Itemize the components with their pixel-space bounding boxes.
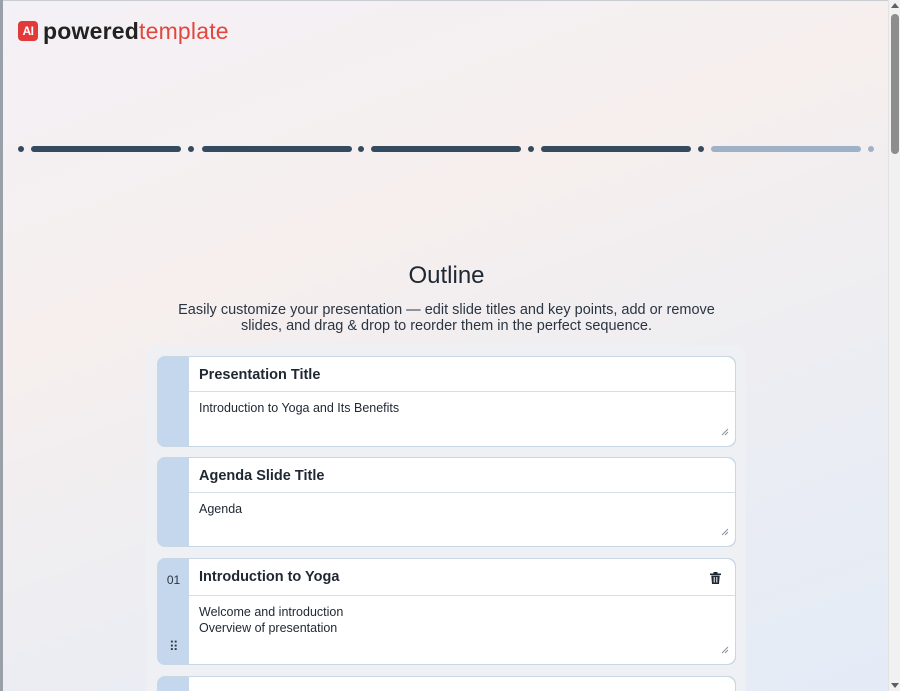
card-title[interactable]: Agenda Slide Title (189, 458, 735, 493)
card-title[interactable] (189, 677, 735, 691)
card-body: Introduction to Yoga Welcome and introdu… (189, 559, 735, 664)
slide-number: 01 (166, 573, 181, 587)
progress-step-bar (202, 146, 352, 152)
resize-grip-icon[interactable] (721, 646, 729, 654)
window-top-border (0, 0, 888, 1)
card-body: Agenda Slide Title Agenda (189, 458, 735, 546)
progress-step-dot (18, 146, 24, 152)
card-content-textarea[interactable]: Welcome and introduction Overview of pre… (189, 596, 735, 636)
progress-step-bar (541, 146, 691, 152)
progress-step-bar-pending (711, 146, 861, 152)
page-subtitle: Easily customize your presentation — edi… (178, 302, 715, 334)
progress-step-dot (528, 146, 534, 152)
scrollbar-thumb[interactable] (891, 14, 899, 154)
card-side-strip (158, 677, 189, 691)
resize-grip-icon[interactable] (721, 528, 729, 536)
progress-step-bar (31, 146, 181, 152)
card-body: Presentation Title Introduction to Yoga … (189, 357, 735, 446)
scroll-down-arrow-icon[interactable] (891, 683, 899, 688)
resize-grip-icon[interactable] (721, 428, 729, 436)
brand-wordmark: poweredtemplate (43, 19, 229, 43)
card-side-strip (158, 458, 189, 546)
progress-step-dot-pending (868, 146, 874, 152)
brand-name-bold: powered (43, 18, 139, 44)
card-content-textarea[interactable]: Introduction to Yoga and Its Benefits (189, 392, 735, 417)
progress-stepper (18, 145, 876, 153)
card-title[interactable]: Presentation Title (189, 357, 735, 392)
progress-step-dot (698, 146, 704, 152)
card-body (189, 677, 735, 691)
card-title[interactable]: Introduction to Yoga (189, 559, 735, 596)
drag-handle-icon[interactable]: ⠿ (169, 640, 179, 653)
outline-card: Agenda Slide Title Agenda (157, 457, 736, 547)
progress-step-dot (358, 146, 364, 152)
page-scrollbar[interactable] (888, 0, 900, 691)
window-left-border (0, 0, 3, 691)
outline-card: Presentation Title Introduction to Yoga … (157, 356, 736, 447)
page-title: Outline (408, 262, 485, 289)
card-side-strip: 01 ⠿ (158, 559, 189, 664)
card-content-textarea[interactable]: Agenda (189, 493, 735, 518)
brand-logo[interactable]: AI poweredtemplate (18, 19, 229, 43)
trash-icon[interactable] (710, 572, 721, 584)
outline-card (157, 676, 736, 691)
ai-logo-icon: AI (18, 21, 38, 41)
progress-step-dot (188, 146, 194, 152)
progress-step-bar (371, 146, 521, 152)
brand-name-light: template (138, 18, 229, 44)
card-title-text: Introduction to Yoga (199, 569, 340, 585)
outline-card: 01 ⠿ Introduction to Yoga Welcome and in… (157, 558, 736, 665)
scroll-up-arrow-icon[interactable] (891, 3, 899, 8)
card-side-strip (158, 357, 189, 446)
